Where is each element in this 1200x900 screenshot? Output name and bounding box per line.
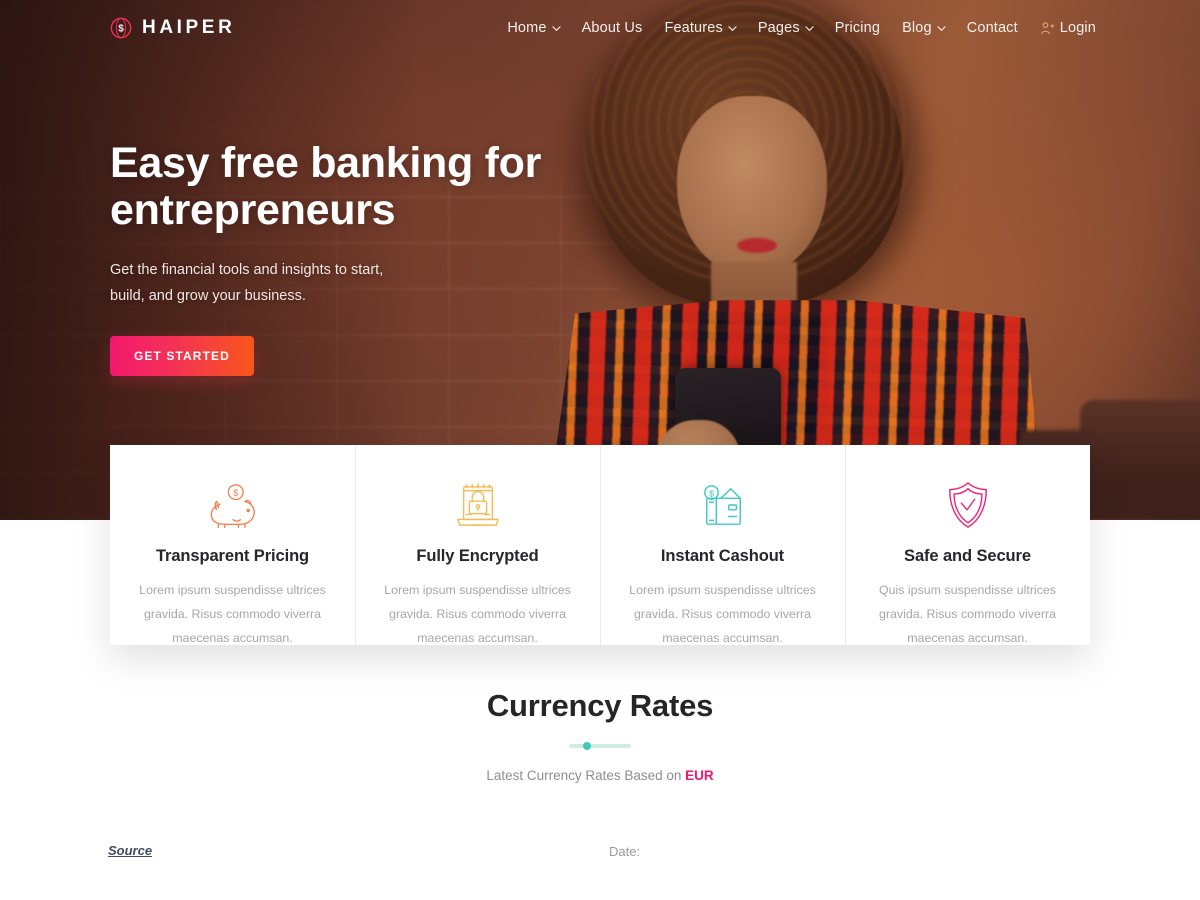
landing-page: $ HAIPER Home About Us Features Pages Pr…	[0, 0, 1200, 900]
feature-card-safe-and-secure[interactable]: Safe and Secure Quis ipsum suspendisse u…	[845, 445, 1090, 645]
nav-label: Pricing	[834, 20, 881, 36]
feature-description: Lorem ipsum suspendisse ultrices gravida…	[629, 583, 816, 646]
nav-item-login[interactable]: Login	[1040, 20, 1096, 36]
nav-label: Features	[664, 20, 723, 36]
laptop-lock-icon	[381, 479, 574, 531]
nav-item-blog[interactable]: Blog	[902, 20, 946, 36]
brand-logo[interactable]: $ HAIPER	[110, 17, 235, 39]
currency-subtitle: Latest Currency Rates Based on EUR	[0, 768, 1200, 783]
svg-text:$: $	[233, 488, 238, 498]
date-label: Date:	[609, 844, 641, 859]
nav-label: Home	[507, 20, 547, 36]
feature-card-instant-cashout[interactable]: $ Instant Cashout Lorem ipsum suspendiss…	[600, 445, 845, 645]
chevron-down-icon	[805, 24, 814, 32]
hero-title-line-1: Easy free banking for	[110, 139, 542, 187]
nav-item-contact[interactable]: Contact	[967, 20, 1018, 36]
hero-title: Easy free banking for entrepreneurs	[110, 139, 630, 235]
feature-cards: $ Transparent Pricing Lorem ipsum suspen…	[110, 445, 1090, 645]
brand-name: HAIPER	[142, 17, 236, 38]
feature-title: Fully Encrypted	[416, 547, 539, 565]
feature-card-fully-encrypted[interactable]: Fully Encrypted Lorem ipsum suspendisse …	[355, 445, 600, 645]
nav-item-pages[interactable]: Pages	[757, 20, 814, 36]
site-header: $ HAIPER Home About Us Features Pages Pr…	[0, 0, 1200, 56]
divider-dot	[583, 742, 591, 750]
feature-title: Transparent Pricing	[155, 547, 310, 565]
nav-label: Login	[1059, 20, 1096, 36]
hero-title-line-2: entrepreneurs	[110, 186, 396, 235]
base-currency-badge[interactable]: EUR	[685, 768, 714, 783]
nav-item-pricing[interactable]: Pricing	[835, 20, 880, 36]
piggy-bank-icon: $	[136, 479, 329, 531]
currency-subtitle-prefix: Latest Currency Rates Based on	[486, 768, 686, 783]
feature-description: Quis ipsum suspendisse ultrices gravida.…	[879, 583, 1056, 646]
feature-card-transparent-pricing[interactable]: $ Transparent Pricing Lorem ipsum suspen…	[110, 445, 355, 645]
section-divider	[569, 742, 631, 750]
feature-title: Instant Cashout	[660, 547, 785, 565]
rates-table-meta: Source Date:	[0, 840, 1200, 870]
wallet-cash-icon: $	[626, 479, 819, 531]
main-navigation: Home About Us Features Pages Pricing Blo…	[507, 20, 1096, 36]
get-started-button[interactable]: GET STARTED	[110, 335, 254, 376]
shield-check-icon	[871, 479, 1064, 531]
source-link[interactable]: Source	[108, 843, 152, 858]
nav-label: Contact	[966, 20, 1018, 36]
nav-label: Pages	[757, 20, 800, 36]
chevron-down-icon	[937, 24, 946, 32]
nav-item-features[interactable]: Features	[664, 20, 737, 36]
user-login-icon	[1040, 21, 1055, 36]
feature-description: Lorem ipsum suspendisse ultrices gravida…	[384, 583, 571, 646]
chair-right	[1080, 400, 1200, 520]
chevron-down-icon	[728, 24, 737, 32]
nav-item-home[interactable]: Home	[507, 20, 561, 36]
nav-label: About Us	[581, 20, 643, 36]
feature-description: Lorem ipsum suspendisse ultrices gravida…	[139, 583, 326, 646]
chevron-down-icon	[551, 24, 561, 32]
svg-text:$: $	[118, 24, 124, 35]
svg-text:$: $	[709, 488, 714, 498]
lips	[737, 238, 777, 253]
section-title: Currency Rates	[486, 688, 714, 723]
currency-rates-section: Currency Rates Latest Currency Rates Bas…	[0, 688, 1200, 783]
globe-dollar-icon: $	[110, 17, 132, 39]
nav-item-about-us[interactable]: About Us	[582, 20, 643, 36]
hero-content: Easy free banking for entrepreneurs Get …	[110, 139, 630, 376]
feature-title: Safe and Secure	[904, 547, 1031, 565]
nav-label: Blog	[902, 20, 932, 36]
hero-subtitle: Get the financial tools and insights to …	[110, 261, 384, 304]
